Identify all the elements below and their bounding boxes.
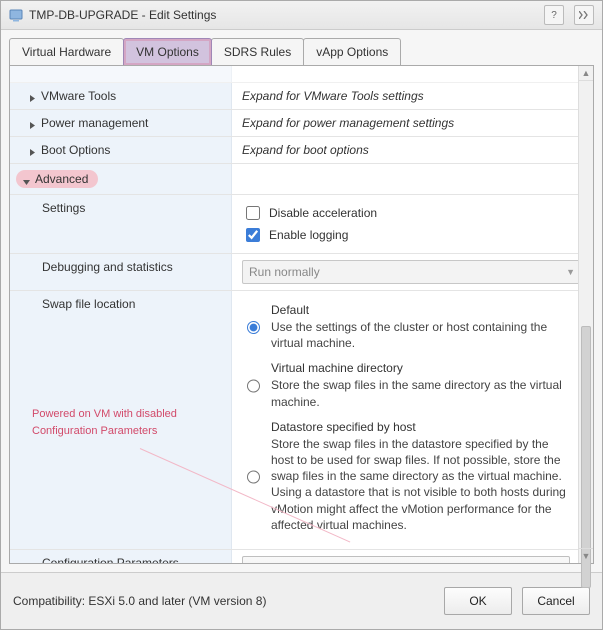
radio-desc: Store the swap files in the datastore sp… — [271, 436, 568, 533]
scroll-up-arrow[interactable]: ▲ — [579, 66, 593, 81]
radio-desc: Store the swap files in the same directo… — [271, 377, 568, 409]
radio-title: Virtual machine directory — [271, 361, 568, 375]
row-settings-label: Settings — [10, 195, 232, 253]
chevron-down-icon — [22, 176, 31, 185]
dialog-title: TMP-DB-UPGRADE - Edit Settings — [29, 8, 534, 22]
debugging-dropdown[interactable]: Run normally ▼ — [242, 260, 578, 284]
vertical-scrollbar[interactable]: ▲ ▼ — [578, 66, 593, 563]
checkbox-input[interactable] — [246, 206, 260, 220]
radio-title: Datastore specified by host — [271, 420, 568, 434]
checkbox-label: Enable logging — [269, 228, 348, 242]
disable-acceleration-checkbox[interactable]: Disable acceleration — [242, 203, 568, 223]
chevron-right-icon — [28, 92, 37, 101]
tab-bar: Virtual Hardware VM Options SDRS Rules v… — [9, 38, 594, 65]
tab-sdrs-rules[interactable]: SDRS Rules — [211, 38, 304, 65]
radio-title: Default — [271, 303, 568, 317]
tab-virtual-hardware[interactable]: Virtual Hardware — [9, 38, 124, 65]
vm-icon — [9, 8, 23, 22]
section-label: Boot Options — [41, 143, 110, 157]
titlebar: TMP-DB-UPGRADE - Edit Settings ? — [1, 1, 602, 30]
scroll-down-arrow[interactable]: ▼ — [579, 548, 593, 563]
compatibility-text: Compatibility: ESXi 5.0 and later (VM ve… — [13, 594, 434, 608]
tab-vm-options[interactable]: VM Options — [123, 38, 212, 65]
swap-option-vm-directory[interactable]: Virtual machine directory Store the swap… — [242, 361, 568, 409]
swap-location-radio-group: Default Use the settings of the cluster … — [242, 303, 568, 533]
expand-hint: Expand for VMware Tools settings — [242, 89, 424, 103]
section-vmware-tools[interactable]: VMware Tools — [10, 83, 232, 109]
tab-vapp-options[interactable]: vApp Options — [303, 38, 401, 65]
enable-logging-checkbox[interactable]: Enable logging — [242, 225, 568, 245]
chevron-down-icon: ▼ — [566, 267, 575, 277]
swap-option-default[interactable]: Default Use the settings of the cluster … — [242, 303, 568, 351]
chevron-right-icon — [28, 119, 37, 128]
settings-panel: · VMware Tools Expand for VMware Tools s… — [9, 65, 594, 564]
radio-input[interactable] — [247, 304, 260, 351]
section-label: Power management — [41, 116, 148, 130]
cancel-button[interactable]: Cancel — [522, 587, 590, 615]
radio-desc: Use the settings of the cluster or host … — [271, 319, 568, 351]
swap-option-datastore[interactable]: Datastore specified by host Store the sw… — [242, 420, 568, 533]
expand-hint: Expand for boot options — [242, 143, 369, 157]
section-advanced[interactable]: Advanced — [10, 164, 232, 194]
checkbox-input[interactable] — [246, 228, 260, 242]
help-button[interactable]: ? — [544, 5, 564, 25]
expand-hint: Expand for power management settings — [242, 116, 454, 130]
ok-button[interactable]: OK — [444, 587, 512, 615]
expand-button[interactable] — [574, 5, 594, 25]
radio-input[interactable] — [247, 421, 260, 533]
section-label: Advanced — [35, 172, 88, 186]
section-label: VMware Tools — [41, 89, 116, 103]
chevron-right-icon — [28, 146, 37, 155]
truncated-row-right — [232, 66, 578, 82]
row-swap-label: Swap file location — [10, 291, 232, 549]
edit-configuration-button[interactable]: Edit Configuration... — [242, 556, 570, 563]
section-boot-options[interactable]: Boot Options — [10, 137, 232, 163]
row-config-params-label: Configuration Parameters — [10, 550, 232, 563]
edit-settings-dialog: TMP-DB-UPGRADE - Edit Settings ? Virtual… — [0, 0, 603, 630]
row-debugging-label: Debugging and statistics — [10, 254, 232, 290]
dialog-footer: Compatibility: ESXi 5.0 and later (VM ve… — [1, 572, 602, 629]
truncated-row-left: · — [10, 66, 232, 82]
dropdown-value: Run normally — [249, 265, 320, 279]
section-power-management[interactable]: Power management — [10, 110, 232, 136]
radio-input[interactable] — [247, 362, 260, 409]
checkbox-label: Disable acceleration — [269, 206, 377, 220]
